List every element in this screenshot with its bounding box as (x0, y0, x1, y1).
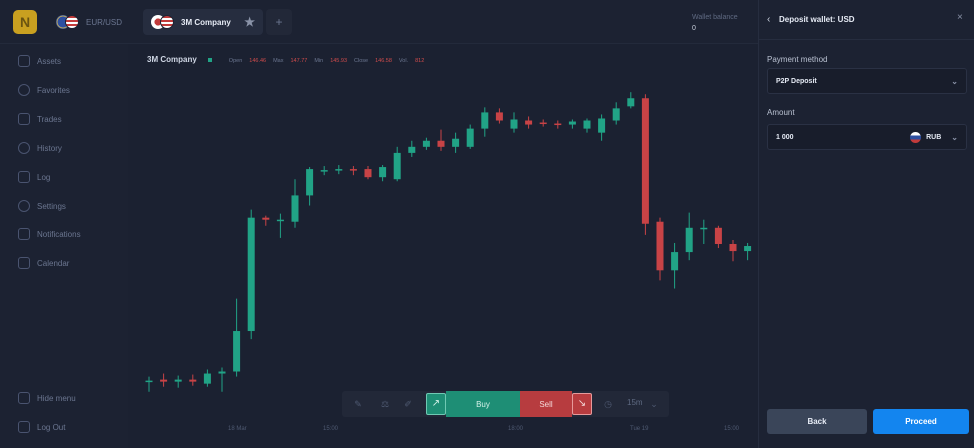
candle-up (393, 152, 401, 180)
candle-up (671, 252, 679, 271)
close-label: Close (354, 58, 369, 64)
candle-down (714, 227, 722, 244)
min-label: Min (314, 58, 324, 64)
x-tick-label: 15:00 (724, 426, 740, 432)
deposit-panel: ‹ Deposit wallet: USD × Payment method P… (758, 0, 974, 448)
candle-up (452, 138, 460, 147)
pen-icon[interactable]: ✐ (402, 398, 414, 410)
candle-up (627, 98, 635, 107)
candle-up (481, 112, 489, 129)
open-label: Open (228, 58, 243, 64)
candle-down (189, 379, 197, 382)
candle-down (641, 98, 649, 224)
candle-up (247, 217, 255, 332)
candle-down (656, 221, 664, 271)
market-status-dot (207, 58, 212, 62)
panel-title: Deposit wallet: USD (779, 15, 855, 24)
candle-up (335, 169, 343, 171)
candle-up (203, 373, 211, 384)
candle-up (568, 121, 576, 125)
amount-value: 1 000 (776, 133, 794, 141)
candle-up (291, 195, 299, 222)
drawing-tool-icon[interactable]: ✎ (352, 398, 364, 410)
amount-input[interactable]: 1 000 RUB ⌄ (767, 124, 967, 150)
sell-button[interactable]: Sell (520, 391, 572, 417)
x-tick-label: 15:00 (323, 426, 339, 432)
candle-up (612, 108, 620, 121)
candle-up (598, 118, 606, 133)
payment-method-label: Payment method (767, 55, 828, 64)
candle-up (422, 140, 430, 147)
payment-method-value: P2P Deposit (776, 77, 817, 85)
candlestick-chart (145, 92, 752, 392)
candle-down (539, 122, 547, 125)
back-button[interactable]: Back (767, 409, 867, 434)
candle-up (218, 371, 226, 374)
open-value: 146.46 (249, 58, 267, 64)
max-value: 147.77 (290, 58, 308, 64)
candle-up (276, 219, 284, 222)
candle-up (306, 169, 314, 196)
sell-arrow-icon[interactable]: ↘ (572, 393, 592, 415)
candle-down (160, 379, 168, 382)
trading-app: N EUR/USD 3M Company ★ + Wallet balance … (0, 0, 974, 448)
candle-down (364, 169, 372, 178)
max-label: Max (273, 58, 284, 64)
amount-label: Amount (767, 108, 795, 117)
x-tick-label: Tue 19 (630, 426, 649, 432)
trade-toolbar: ✎ ⚖ ✐ ∩ ↗ Buy Sell ↘ ◷ 15m ⌄ (342, 391, 669, 417)
candle-up (510, 119, 518, 129)
back-chevron-icon[interactable]: ‹ (767, 14, 770, 25)
payment-method-select[interactable]: P2P Deposit ⌄ (767, 68, 967, 94)
indicator-icon[interactable]: ⚖ (379, 398, 391, 410)
candle-up (685, 227, 693, 253)
candle-down (437, 140, 445, 147)
x-tick-label: 18 Mar (228, 426, 247, 432)
russia-flag-icon (910, 131, 922, 143)
candle-down (349, 169, 357, 171)
candle-up (700, 227, 708, 230)
chevron-down-icon[interactable]: ⌄ (648, 398, 660, 410)
proceed-button[interactable]: Proceed (873, 409, 969, 434)
ohlc-bar: 3M Company Open 146.46 Max 147.77 Min 14… (147, 55, 424, 64)
candle-up (583, 120, 591, 129)
min-value: 145.93 (330, 58, 348, 64)
candle-up (466, 128, 474, 147)
candle-up (379, 167, 387, 178)
candle-down (495, 112, 503, 121)
chevron-down-icon: ⌄ (951, 76, 958, 86)
buy-arrow-icon[interactable]: ↗ (426, 393, 446, 415)
close-icon[interactable]: × (957, 12, 963, 23)
candle-up (744, 246, 752, 252)
vol-value: 812 (415, 58, 425, 64)
candle-up (408, 146, 416, 153)
candle-down (262, 217, 270, 220)
currency-select[interactable]: RUB (926, 134, 941, 141)
candle-down (554, 123, 562, 126)
buy-button[interactable]: Buy (446, 391, 520, 417)
clock-icon[interactable]: ◷ (602, 398, 614, 410)
x-tick-label: 18:00 (508, 426, 524, 432)
candle-down (525, 120, 533, 125)
candle-down (729, 243, 737, 252)
panel-header: ‹ Deposit wallet: USD × (759, 0, 974, 40)
close-value: 146.58 (375, 58, 392, 64)
chart-company: 3M Company (147, 55, 197, 64)
timeframe-select[interactable]: 15m (627, 398, 643, 407)
candle-up (233, 331, 241, 372)
vol-label: Vol. (398, 58, 409, 64)
candle-up (174, 379, 182, 382)
candle-up (320, 170, 328, 172)
candle-up (145, 380, 153, 383)
chevron-down-icon: ⌄ (951, 132, 958, 142)
